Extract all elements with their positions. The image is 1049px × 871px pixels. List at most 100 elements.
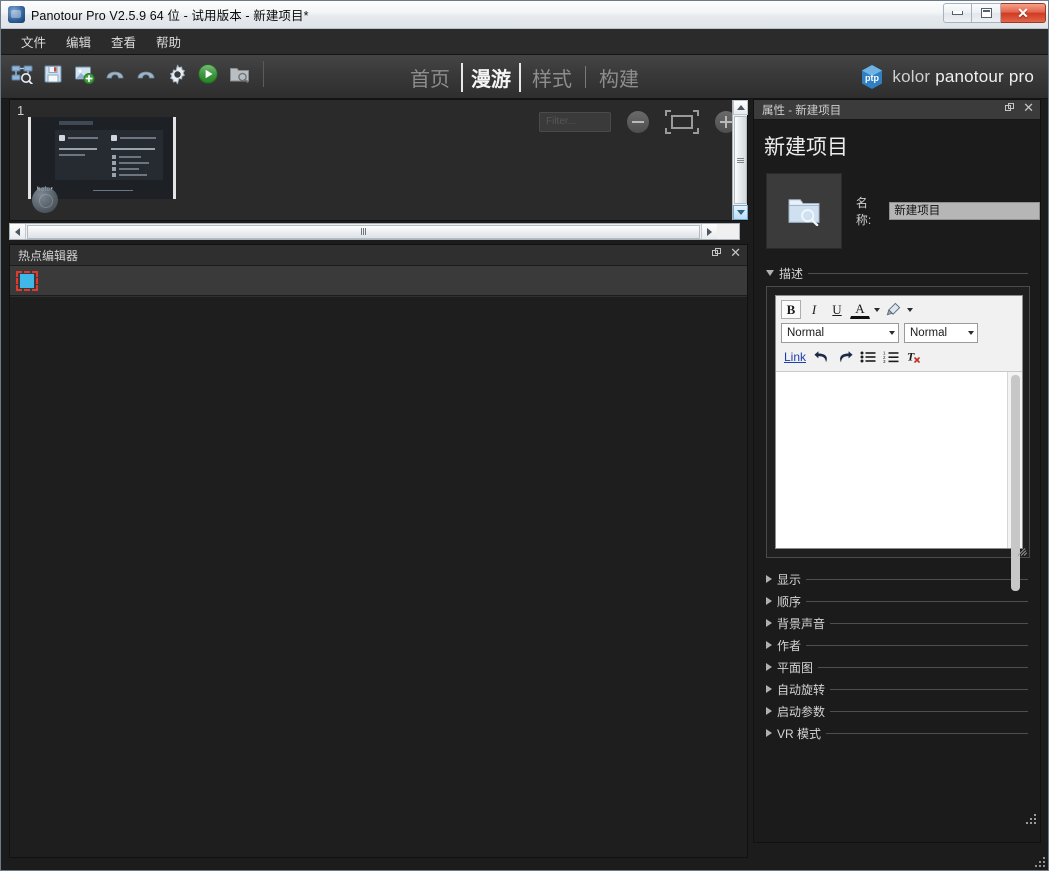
maximize-button[interactable] xyxy=(972,3,1001,23)
project-name-input[interactable]: 新建项目 xyxy=(889,202,1040,220)
float-panel-icon[interactable] xyxy=(1005,103,1015,113)
project-thumbnail[interactable] xyxy=(766,173,842,249)
tab-build[interactable]: 构建 xyxy=(588,63,650,92)
minimize-button[interactable] xyxy=(943,3,972,23)
scroll-right-button[interactable] xyxy=(701,224,717,239)
svg-text:ptp: ptp xyxy=(865,73,879,83)
section-header-autorotate[interactable]: 自动旋转 xyxy=(766,678,1028,700)
italic-button[interactable]: I xyxy=(804,300,824,319)
hotspot-node-icon[interactable] xyxy=(16,271,38,291)
section-label-autorotate: 自动旋转 xyxy=(777,681,825,698)
section-label-floorplan: 平面图 xyxy=(777,659,813,676)
preview-button[interactable] xyxy=(195,61,221,87)
section-header-author[interactable]: 作者 xyxy=(766,634,1028,656)
brand-product: panotour pro xyxy=(935,67,1034,86)
menu-item-view[interactable]: 查看 xyxy=(101,29,146,54)
float-panel-icon[interactable] xyxy=(712,248,722,258)
plus-icon-vertical xyxy=(725,116,727,128)
close-button[interactable]: ✕ xyxy=(1001,3,1046,23)
close-panel-button[interactable]: ✕ xyxy=(1023,103,1034,113)
menu-item-file[interactable]: 文件 xyxy=(11,29,56,54)
font-color-button[interactable]: A xyxy=(850,301,870,319)
thumbnail-panel xyxy=(55,130,163,180)
panel-resize-grip-icon[interactable] xyxy=(1025,813,1036,824)
editor-scrollbar-thumb[interactable] xyxy=(1011,375,1020,591)
window-resize-grip-icon[interactable] xyxy=(1033,855,1045,867)
editor-redo-button[interactable] xyxy=(835,347,855,366)
chevron-down-icon xyxy=(968,331,974,335)
thumbnail-line xyxy=(119,174,147,176)
open-project-button[interactable] xyxy=(9,61,35,87)
thumbnail-line xyxy=(111,148,155,150)
section-header-startup-parameters[interactable]: 启动参数 xyxy=(766,700,1028,722)
scroll-left-button[interactable] xyxy=(10,224,26,239)
insert-link-button[interactable]: Link xyxy=(781,350,809,364)
scrollbar-thumb[interactable] xyxy=(734,116,747,204)
menu-item-edit[interactable]: 编辑 xyxy=(56,29,101,54)
section-header-vr-mode[interactable]: VR 模式 xyxy=(766,722,1028,744)
highlight-button[interactable] xyxy=(883,300,903,319)
thumbnail-dot xyxy=(111,135,117,141)
section-rule xyxy=(806,645,1028,646)
corner-mark-icon xyxy=(665,128,671,134)
chevron-down-icon xyxy=(766,270,774,276)
thumbnail-check xyxy=(112,155,116,159)
add-panorama-button[interactable] xyxy=(71,61,97,87)
save-project-button[interactable] xyxy=(40,61,66,87)
section-header-floorplan[interactable]: 平面图 xyxy=(766,656,1028,678)
close-panel-button[interactable]: ✕ xyxy=(730,248,741,258)
brand-logo-area: ptp kolor panotour pro xyxy=(860,55,1034,99)
settings-gear-icon xyxy=(167,64,188,85)
section-header-description[interactable]: 描述 xyxy=(766,263,1028,283)
toolbar-separator xyxy=(263,61,264,87)
resize-grip-icon[interactable] xyxy=(1018,546,1028,556)
hotspot-panel-buttons: ✕ xyxy=(712,248,741,258)
redo-button[interactable] xyxy=(133,61,159,87)
editor-undo-button[interactable] xyxy=(812,347,832,366)
section-header-display[interactable]: 显示 xyxy=(766,568,1028,590)
open-output-folder-button[interactable] xyxy=(226,61,252,87)
bold-button[interactable]: B xyxy=(781,300,801,319)
numbered-list-button[interactable]: 1 2 3 xyxy=(881,347,901,366)
undo-icon xyxy=(104,64,126,84)
scroll-up-button[interactable] xyxy=(733,100,748,115)
paragraph-style-select[interactable]: Normal xyxy=(781,323,899,343)
properties-panel-header: 属性 - 新建项目 ✕ xyxy=(754,100,1040,120)
panorama-strip-vertical-scrollbar[interactable] xyxy=(732,100,747,220)
main-toolbar: 首页 漫游 样式 构建 ptp kolor panotour pro xyxy=(1,55,1048,99)
settings-button[interactable] xyxy=(164,61,190,87)
hotspot-editor-canvas[interactable] xyxy=(10,297,747,857)
tab-home[interactable]: 首页 xyxy=(399,63,461,92)
bullet-list-button[interactable] xyxy=(858,347,878,366)
tab-style[interactable]: 样式 xyxy=(521,63,583,92)
remove-panorama-button[interactable] xyxy=(627,111,649,133)
section-label-description: 描述 xyxy=(779,265,803,282)
panorama-strip-horizontal-scrollbar[interactable] xyxy=(9,223,740,240)
menu-item-help[interactable]: 帮助 xyxy=(146,29,191,54)
toolbar-button-group xyxy=(9,61,270,87)
section-label-author: 作者 xyxy=(777,637,801,654)
svg-text:T: T xyxy=(907,350,915,364)
panorama-thumbnail[interactable]: kolor xyxy=(28,117,176,199)
clear-format-button[interactable]: T xyxy=(904,347,924,366)
project-identity-row: 名称: 新建项目 xyxy=(766,173,1040,249)
filter-input[interactable]: Filter... xyxy=(539,112,611,132)
thumbnail-titlebar xyxy=(59,121,93,125)
tab-tour[interactable]: 漫游 xyxy=(461,63,521,92)
underline-button[interactable]: U xyxy=(827,300,847,319)
chevron-down-icon[interactable] xyxy=(874,308,880,312)
editor-vertical-scrollbar[interactable] xyxy=(1007,372,1022,548)
section-header-order[interactable]: 顺序 xyxy=(766,590,1028,612)
chevron-right-icon xyxy=(766,619,772,627)
description-text-area[interactable] xyxy=(776,372,1022,548)
chevron-right-icon xyxy=(766,641,772,649)
section-header-background-sound[interactable]: 背景声音 xyxy=(766,612,1028,634)
group-panoramas-button[interactable] xyxy=(665,110,699,134)
hscrollbar-thumb[interactable] xyxy=(27,225,700,239)
font-size-select[interactable]: Normal xyxy=(904,323,978,343)
undo-button[interactable] xyxy=(102,61,128,87)
chevron-down-icon[interactable] xyxy=(907,308,913,312)
scroll-down-button[interactable] xyxy=(733,205,748,220)
chevron-down-icon xyxy=(737,210,745,215)
thumbnail-line xyxy=(59,148,97,150)
